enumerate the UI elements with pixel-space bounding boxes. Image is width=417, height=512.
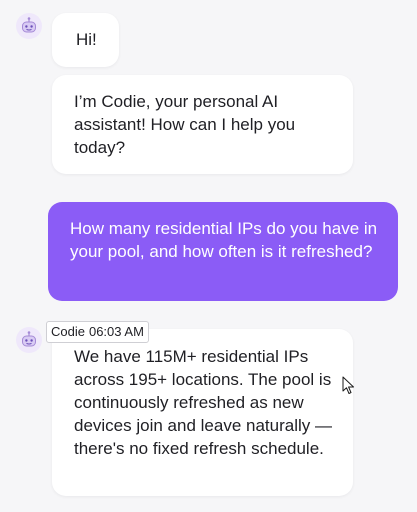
message-text: Hi! bbox=[76, 30, 97, 49]
assistant-message: Hi! bbox=[52, 13, 119, 67]
message-tooltip: Codie 06:03 AM bbox=[46, 321, 149, 343]
tooltip-time: 06:03 AM bbox=[88, 324, 144, 339]
assistant-message: I’m Codie, your personal AI assistant! H… bbox=[52, 75, 353, 174]
assistant-avatar bbox=[16, 327, 42, 353]
message-text: How many residential IPs do you have in … bbox=[70, 219, 378, 261]
assistant-message: We have 115M+ residential IPs across 195… bbox=[52, 329, 353, 496]
message-text: I’m Codie, your personal AI assistant! H… bbox=[74, 92, 296, 157]
tooltip-sender: Codie bbox=[51, 324, 85, 339]
user-message: How many residential IPs do you have in … bbox=[48, 202, 398, 301]
robot-face-icon bbox=[22, 17, 36, 33]
message-text: We have 115M+ residential IPs across 195… bbox=[74, 347, 332, 458]
mouse-pointer-icon bbox=[342, 376, 354, 394]
assistant-avatar bbox=[16, 13, 42, 39]
robot-face-icon bbox=[22, 331, 36, 347]
